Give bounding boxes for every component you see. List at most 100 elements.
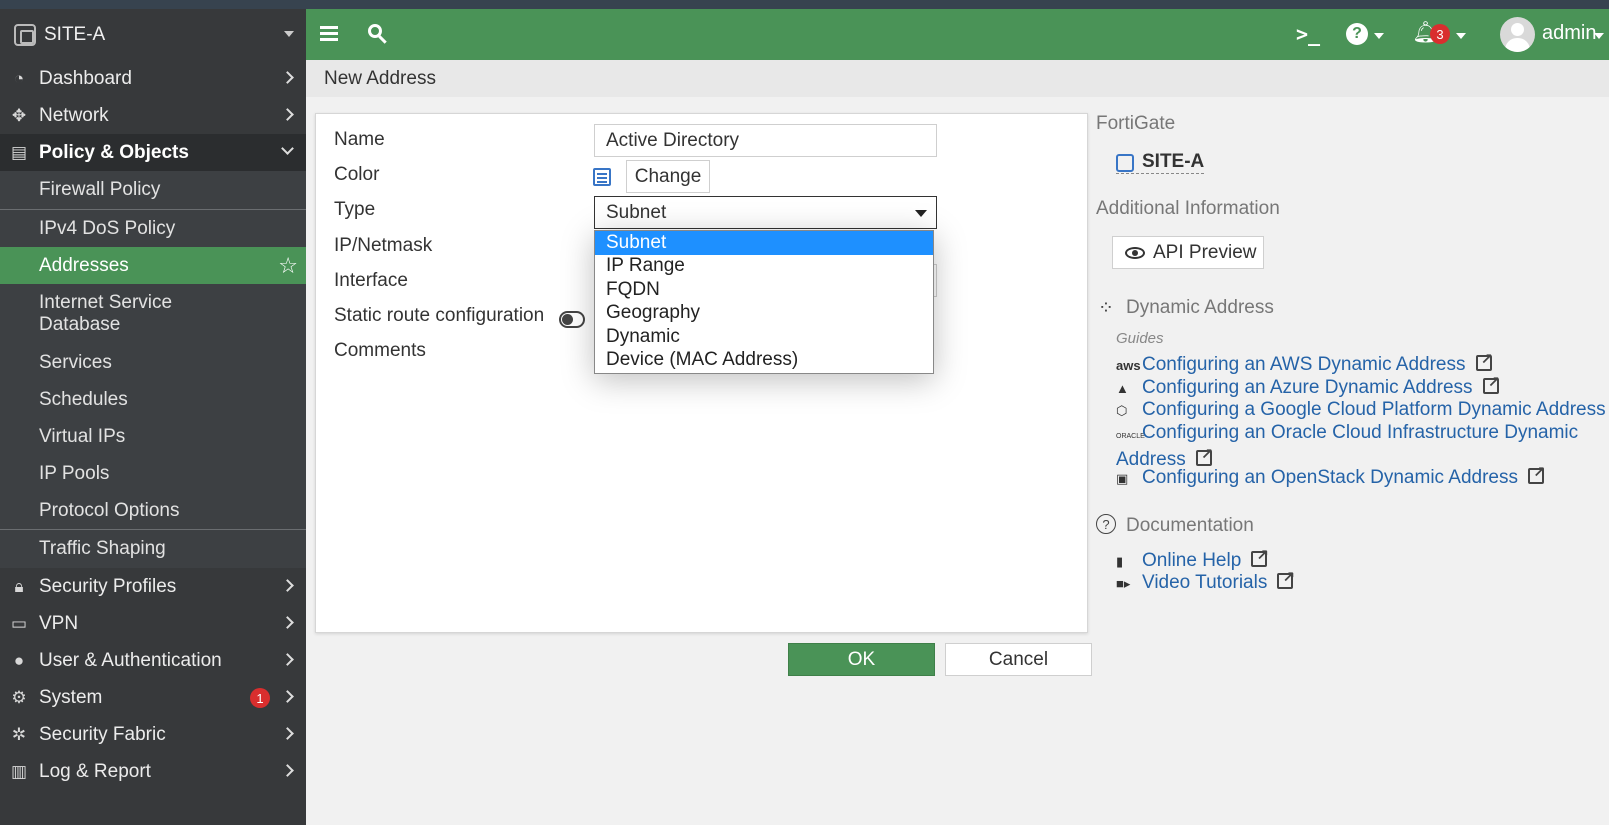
sidebar-item-network[interactable]: ✥ Network [0,97,306,134]
sidebar-subitem-ipv4-dos-policy[interactable]: IPv4 DoS Policy [0,209,306,247]
sidebar-subitem-internet-service-database[interactable]: Internet Service Database [0,284,306,344]
sidebar-subitem-ip-pools[interactable]: IP Pools [0,455,306,492]
book-icon: ▮ [1116,554,1124,569]
type-option-subnet[interactable]: Subnet [595,231,933,255]
video-tutorials-link[interactable]: ■▸ Video Tutorials [1116,566,1295,595]
sidebar-subitem-protocol-options[interactable]: Protocol Options [0,492,306,529]
type-select[interactable]: Subnet [594,196,937,229]
guide-link-label: Configuring an AWS Dynamic Address [1142,354,1466,375]
guide-link-aws[interactable]: awsConfiguring an AWS Dynamic Address [1116,348,1493,377]
openstack-icon: ▣ [1116,471,1129,486]
eye-icon [1125,247,1145,259]
cancel-button[interactable]: Cancel [945,643,1092,676]
chevron-down-icon [281,142,294,155]
chevron-right-icon [281,616,294,629]
sidebar: SITE-A ◔ Dashboard ✥ Network ▤ Policy & … [0,9,306,825]
doc-link-label: Video Tutorials [1142,572,1268,593]
static-route-toggle[interactable] [559,311,585,328]
sidebar-subitem-services[interactable]: Services [0,344,306,381]
sidebar-item-label: Security Profiles [39,575,177,597]
guide-link-azure[interactable]: ▲ Configuring an Azure Dynamic Address [1116,371,1500,400]
help-caret-icon[interactable] [1374,33,1384,39]
color-swatch-icon[interactable] [593,168,611,186]
user-icon: ● [13,651,25,670]
cli-console-icon[interactable]: >_ [1296,22,1320,46]
fortigate-site-link[interactable]: SITE-A [1116,151,1205,174]
notification-badge: 1 [250,688,270,708]
user-caret-icon[interactable] [1594,33,1604,39]
fortigate-device-icon [14,23,36,46]
lock-icon: 🔒︎ [14,577,24,596]
static-route-label: Static route configuration [334,305,545,326]
sidebar-item-label: VPN [39,612,79,634]
external-link-icon [1475,348,1493,371]
sidebar-item-user-authentication[interactable]: ● User & Authentication [0,642,306,679]
aws-icon: aws [1116,358,1141,373]
type-option-dynamic[interactable]: Dynamic [595,325,933,349]
sidebar-item-label: System [39,686,103,708]
ipmask-label: IP/Netmask [334,235,433,256]
sidebar-subitem-label: Traffic Shaping [39,538,166,559]
type-label: Type [334,199,376,220]
sidebar-item-security-fabric[interactable]: ✲ Security Fabric [0,716,306,753]
guide-link-oracle[interactable]: ORACLEConfiguring an Oracle Cloud Infras… [1116,421,1586,471]
external-link-icon [1251,544,1269,567]
type-dropdown-menu: Subnet IP Range FQDN Geography Dynamic D… [594,230,934,374]
notifications-caret-icon[interactable] [1456,33,1466,39]
name-field[interactable]: Active Directory [594,124,937,157]
sidebar-item-system[interactable]: ⚙ System 1 [0,679,306,716]
external-link-icon [1527,461,1546,484]
fortigate-device-icon [1116,154,1134,172]
username[interactable]: admin [1542,22,1596,45]
notification-count-badge: 3 [1430,24,1450,44]
name-label: Name [334,129,385,150]
sidebar-item-security-profiles[interactable]: 🔒︎ Security Profiles [0,568,306,605]
type-option-fqdn[interactable]: FQDN [595,278,933,302]
ok-button[interactable]: OK [788,643,935,676]
online-help-link[interactable]: ▮ Online Help [1116,544,1269,573]
guide-link-openstack[interactable]: ▣ Configuring an OpenStack Dynamic Addres… [1116,461,1546,490]
star-icon[interactable]: ☆ [278,253,298,279]
site-selector[interactable]: SITE-A [0,9,306,60]
type-option-device-mac[interactable]: Device (MAC Address) [595,349,933,373]
sidebar-subitem-firewall-policy[interactable]: Firewall Policy [0,171,306,209]
menu-icon[interactable] [320,26,338,42]
sidebar-subitem-addresses[interactable]: Addresses ☆ [0,247,306,284]
page-title: New Address [306,60,1609,97]
sidebar-item-policy-objects[interactable]: ▤ Policy & Objects [0,134,306,171]
sidebar-subitem-label: Internet Service Database [39,292,173,335]
api-preview-button[interactable]: API Preview [1112,236,1264,269]
color-label: Color [334,164,380,185]
sidebar-subitem-label: Services [39,351,112,373]
policy-icon: ▤ [10,143,28,162]
dynamic-address-heading: Dynamic Address [1126,297,1274,318]
documentation-heading: Documentation [1126,515,1254,536]
guide-link-label: Configuring an Azure Dynamic Address [1142,377,1473,398]
search-icon[interactable] [368,24,388,44]
dashboard-icon: ◔ [13,69,25,88]
sidebar-subitem-label: Virtual IPs [39,425,126,447]
help-icon[interactable]: ? [1346,23,1368,45]
sidebar-item-dashboard[interactable]: ◔ Dashboard [0,60,306,97]
chevron-right-icon [281,579,294,592]
caret-down-icon [284,31,294,37]
type-option-geography[interactable]: Geography [595,302,933,326]
sidebar-item-vpn[interactable]: ▭ VPN [0,605,306,642]
sidebar-subitem-schedules[interactable]: Schedules [0,381,306,418]
avatar[interactable] [1500,17,1535,52]
chevron-right-icon [281,71,294,84]
guides-label: Guides [1116,330,1164,347]
guide-link-gcp[interactable]: ⬡ Configuring a Google Cloud Platform Dyn… [1116,398,1609,422]
change-color-button[interactable]: Change [626,160,710,193]
video-icon: ■▸ [1116,576,1131,591]
api-preview-label: API Preview [1153,241,1257,263]
type-option-ip-range[interactable]: IP Range [595,255,933,279]
sidebar-subitem-traffic-shaping[interactable]: Traffic Shaping [0,529,306,568]
chevron-right-icon [281,690,294,703]
sidebar-item-log-report[interactable]: ▥ Log & Report [0,753,306,790]
network-icon: ✥ [11,106,27,125]
sidebar-subitem-virtual-ips[interactable]: Virtual IPs [0,418,306,455]
sidebar-subitem-label: IP Pools [39,462,110,484]
chevron-right-icon [281,108,294,121]
sidebar-item-label: Log & Report [39,760,151,782]
